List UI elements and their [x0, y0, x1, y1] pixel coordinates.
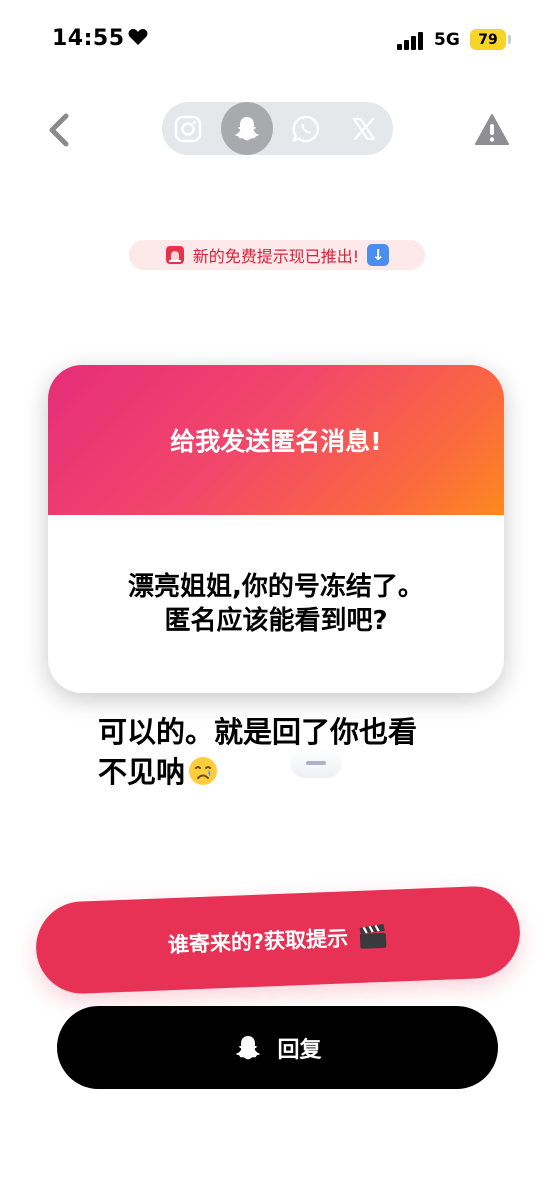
instagram-icon — [174, 115, 202, 142]
snapchat-ghost-icon — [236, 1035, 261, 1059]
reply-label: 回复 — [277, 1037, 322, 1063]
heart-icon — [128, 29, 148, 45]
get-hint-button[interactable]: 谁寄来的?获取提示 — [34, 884, 522, 996]
whatsapp-icon — [292, 115, 320, 142]
battery-indicator: 79 — [470, 29, 506, 50]
crying-face-emoji-icon — [189, 757, 218, 785]
x-icon — [352, 117, 376, 140]
banner-text: 新的免费提示现已推出! — [192, 247, 360, 266]
status-time: 14:55 — [52, 26, 125, 51]
tab-instagram[interactable] — [162, 102, 214, 155]
down-arrow-icon: ↓ — [367, 244, 390, 266]
reply-line1: 可以的。就是回了你也看 — [98, 715, 418, 749]
message-card: 给我发送匿名消息! 漂亮姐姐,你的号冻结了。 匿名应该能看到吧? — [48, 365, 504, 693]
warning-icon[interactable] — [474, 113, 510, 147]
signal-icon — [397, 32, 423, 50]
snapchat-ghost-icon — [235, 116, 259, 140]
tab-x[interactable] — [338, 102, 390, 155]
reply-button[interactable]: 回复 — [57, 1006, 498, 1089]
card-header: 给我发送匿名消息! — [48, 365, 504, 515]
get-hint-label: 谁寄来的?获取提示 — [167, 926, 349, 958]
battery-cap — [508, 35, 511, 44]
reply-line2: 不见呐 — [98, 755, 186, 789]
tab-snapchat[interactable] — [221, 102, 273, 155]
reply-text-overlay: 可以的。就是回了你也看 不见呐 — [98, 712, 488, 792]
free-hints-banner[interactable]: 新的免费提示现已推出! ↓ — [129, 240, 425, 270]
network-type: 5G — [434, 30, 460, 50]
tab-whatsapp[interactable] — [280, 102, 332, 155]
card-message-line1: 漂亮姐姐,你的号冻结了。 — [128, 572, 424, 602]
siren-icon — [165, 246, 184, 264]
card-message: 漂亮姐姐,你的号冻结了。 匿名应该能看到吧? — [48, 515, 504, 693]
clapper-board-icon — [359, 923, 387, 949]
card-message-line2: 匿名应该能看到吧? — [164, 606, 388, 636]
back-chevron-icon[interactable] — [44, 112, 76, 148]
